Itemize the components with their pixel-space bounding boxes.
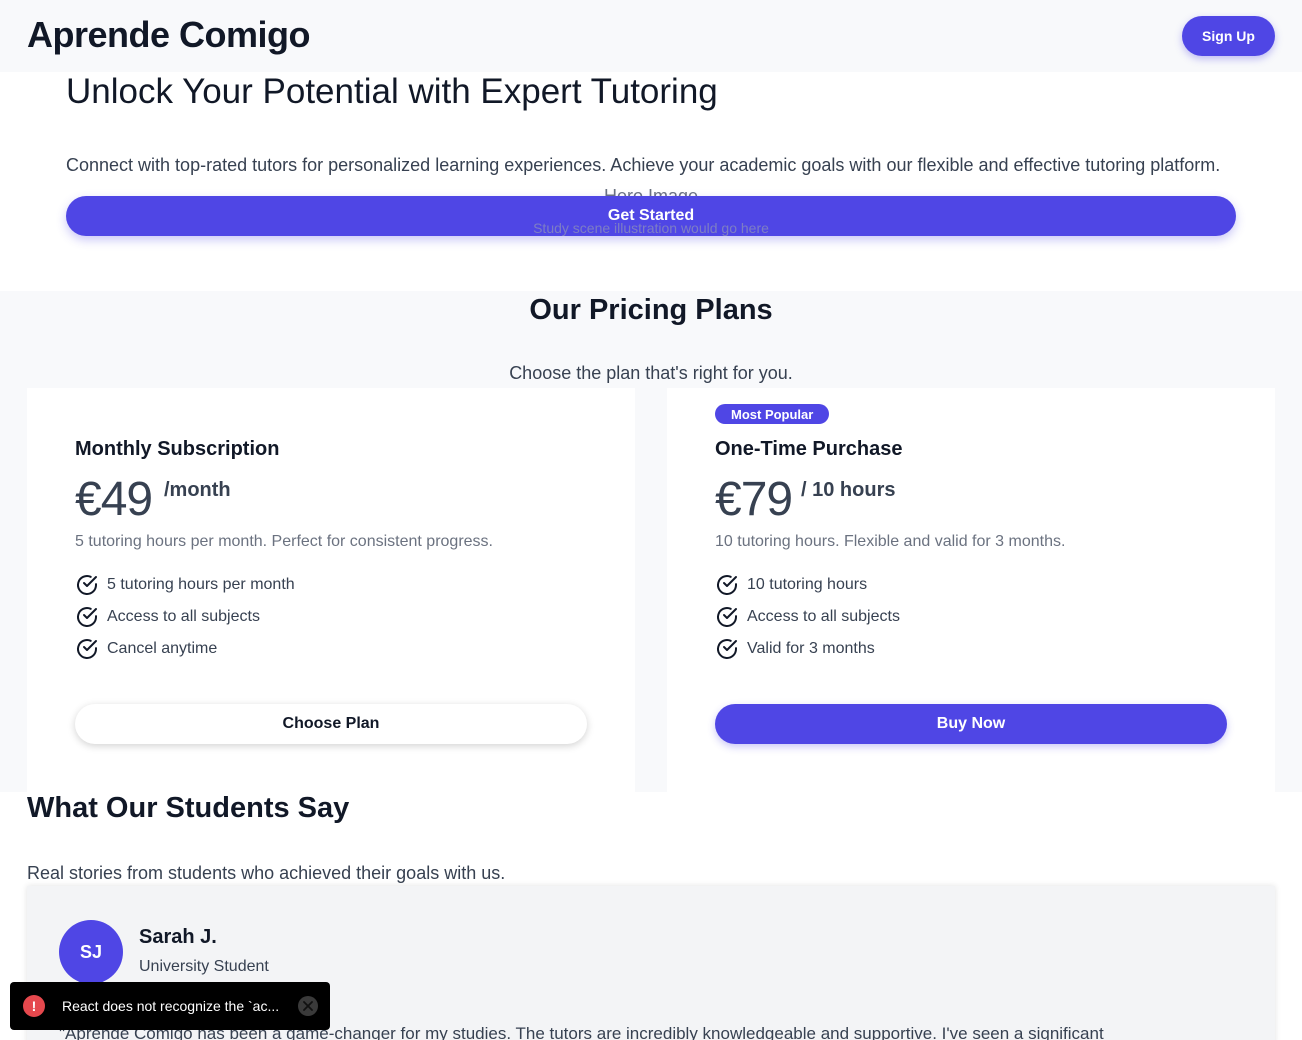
top-navbar: Aprende Comigo Sign Up [0, 0, 1302, 72]
plan-feature: Access to all subjects [715, 601, 900, 633]
brand-logo[interactable]: Aprende Comigo [27, 14, 311, 56]
close-icon[interactable] [298, 996, 318, 1016]
testimonial-author-role: University Student [139, 958, 269, 975]
most-popular-badge: Most Popular [715, 404, 830, 424]
plan-feature-list: 10 tutoring hours Access to all subjects… [715, 569, 900, 665]
plan-feature-label: Access to all subjects [747, 608, 900, 625]
plan-price: €49 [75, 473, 153, 526]
plan-name: Monthly Subscription [75, 438, 280, 460]
avatar: SJ [59, 920, 123, 984]
error-toast[interactable]: ! React does not recognize the `ac... [10, 982, 330, 1030]
plan-price: €79 [715, 473, 793, 526]
plan-feature-list: 5 tutoring hours per month Access to all… [75, 569, 295, 665]
close-glyph [303, 1001, 313, 1011]
plan-feature: Access to all subjects [75, 601, 295, 633]
check-circle-icon [717, 575, 737, 595]
plan-description: 10 tutoring hours. Flexible and valid fo… [715, 533, 1066, 550]
plan-period: /month [164, 479, 231, 501]
plan-feature-label: 5 tutoring hours per month [107, 576, 295, 593]
check-circle-icon [77, 575, 97, 595]
error-toast-message: React does not recognize the `ac... [62, 998, 280, 1014]
testimonials-subtitle: Real stories from students who achieved … [27, 863, 506, 883]
plan-feature-label: Valid for 3 months [747, 640, 875, 657]
pricing-title: Our Pricing Plans [529, 294, 773, 326]
buy-now-button[interactable]: Buy Now [715, 704, 1227, 744]
testimonials-title: What Our Students Say [27, 792, 350, 824]
plan-name: One-Time Purchase [715, 438, 903, 460]
plan-card-monthly: Monthly Subscription €49 /month 5 tutori… [27, 388, 635, 792]
check-circle-icon [717, 639, 737, 659]
plan-feature: 5 tutoring hours per month [75, 569, 295, 601]
error-icon: ! [23, 995, 45, 1017]
plan-feature-label: 10 tutoring hours [747, 576, 868, 593]
hero-title: Unlock Your Potential with Expert Tutori… [66, 72, 718, 111]
choose-plan-button[interactable]: Choose Plan [75, 704, 587, 744]
check-circle-icon [717, 607, 737, 627]
check-circle-icon [77, 639, 97, 659]
plan-feature-label: Cancel anytime [107, 640, 218, 657]
testimonial-author-name: Sarah J. [139, 926, 217, 948]
hero-image-placeholder-caption: Study scene illustration would go here [533, 220, 769, 236]
plan-feature-label: Access to all subjects [107, 608, 260, 625]
sign-up-button[interactable]: Sign Up [1182, 16, 1275, 56]
plan-feature: 10 tutoring hours [715, 569, 900, 601]
hero-subtitle: Connect with top-rated tutors for person… [66, 155, 1221, 175]
check-circle-icon [77, 607, 97, 627]
plan-feature: Valid for 3 months [715, 633, 900, 665]
pricing-subtitle: Choose the plan that's right for you. [509, 363, 793, 383]
plan-card-one-time: Most Popular One-Time Purchase €79 / 10 … [667, 388, 1275, 792]
plan-description: 5 tutoring hours per month. Perfect for … [75, 533, 493, 550]
plan-feature: Cancel anytime [75, 633, 295, 665]
plan-period: / 10 hours [801, 479, 896, 501]
